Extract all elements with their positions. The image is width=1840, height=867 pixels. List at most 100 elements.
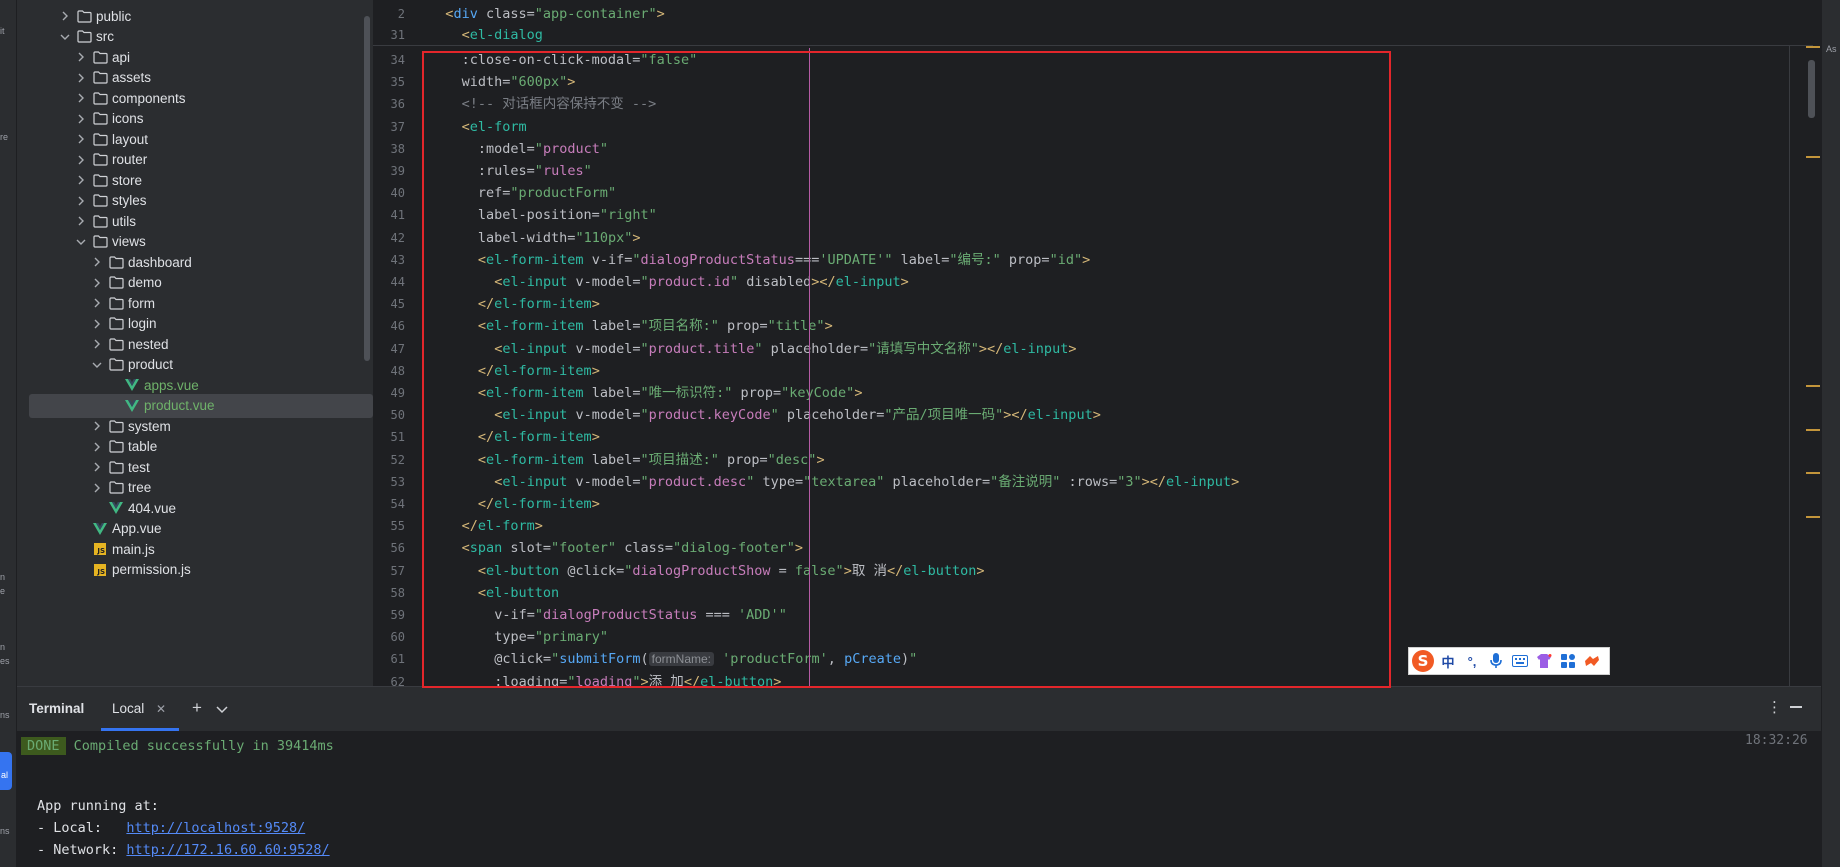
code-line[interactable]: 57 <el-button @click="dialogProductShow =… (373, 560, 1813, 582)
code-line[interactable]: 41 label-position="right" (373, 204, 1813, 226)
line-number[interactable]: 60 (373, 626, 405, 648)
code-line[interactable]: 34:close-on-click-modal="false" (373, 49, 1813, 71)
error-stripe-mark[interactable] (1806, 472, 1820, 474)
ime-toolbar[interactable]: S 中 °, (1408, 647, 1610, 675)
activity-label[interactable]: n e (0, 570, 6, 598)
more-options-button[interactable]: ⋮ (1767, 698, 1782, 716)
line-number[interactable]: 44 (373, 271, 405, 293)
line-number[interactable]: 48 (373, 360, 405, 382)
chevron-down-icon[interactable] (91, 359, 103, 371)
network-url-link[interactable]: http://172.16.60.60:9528/ (126, 842, 329, 858)
terminal-tab-local[interactable]: Local ✕ (101, 693, 179, 731)
code-line[interactable]: 36 <!-- 对话框内容保持不变 --> (373, 93, 1813, 115)
chevron-right-icon[interactable] (59, 10, 71, 22)
chevron-right-icon[interactable] (75, 215, 87, 227)
line-number[interactable]: 2 (373, 3, 405, 25)
terminal-panel[interactable]: Terminal Local ✕ + ⋮ DONE Compiled succe… (17, 686, 1821, 867)
line-number[interactable]: 37 (373, 116, 405, 138)
line-number[interactable]: 43 (373, 249, 405, 271)
ime-toolbox-icon[interactable] (1556, 648, 1580, 674)
project-tree-scrollbar[interactable] (364, 16, 370, 361)
line-number[interactable]: 58 (373, 582, 405, 604)
ime-chinese-mode[interactable]: 中 (1436, 648, 1460, 674)
chevron-right-icon[interactable] (75, 113, 87, 125)
ime-microphone-icon[interactable] (1484, 648, 1508, 674)
chevron-right-icon[interactable] (91, 277, 103, 289)
code-line[interactable]: 44 <el-input v-model="product.id" disable… (373, 271, 1813, 293)
ime-settings-icon[interactable] (1580, 648, 1604, 674)
chevron-right-icon[interactable] (91, 256, 103, 268)
code-line[interactable]: 46 <el-form-item label="项目名称:" prop="titl… (373, 315, 1813, 337)
activity-label[interactable]: ns (0, 826, 10, 836)
right-strip-label[interactable]: As (1826, 44, 1837, 54)
line-number[interactable]: 31 (373, 24, 405, 46)
code-line[interactable]: 54 </el-form-item> (373, 493, 1813, 515)
chevron-right-icon[interactable] (75, 195, 87, 207)
chevron-right-icon[interactable] (91, 297, 103, 309)
chevron-right-icon[interactable] (91, 461, 103, 473)
line-number[interactable]: 52 (373, 449, 405, 471)
chevron-right-icon[interactable] (75, 174, 87, 186)
chevron-right-icon[interactable] (75, 92, 87, 104)
error-stripe-mark[interactable] (1806, 46, 1820, 48)
ime-punctuation-icon[interactable]: °, (1460, 648, 1484, 674)
code-line[interactable]: 52 <el-form-item label="项目描述:" prop="desc… (373, 449, 1813, 471)
line-number[interactable]: 61 (373, 648, 405, 670)
line-number[interactable]: 62 (373, 671, 405, 686)
local-url-link[interactable]: http://localhost:9528/ (126, 820, 305, 836)
code-line[interactable]: 50 <el-input v-model="product.keyCode" pl… (373, 404, 1813, 426)
line-number[interactable]: 46 (373, 315, 405, 337)
code-line[interactable]: 37 <el-form (373, 116, 1813, 138)
activity-label[interactable]: it (0, 26, 5, 36)
code-line[interactable]: 48 </el-form-item> (373, 360, 1813, 382)
chevron-right-icon[interactable] (75, 133, 87, 145)
code-line[interactable]: 59 v-if="dialogProductStatus === 'ADD'" (373, 604, 1813, 626)
code-line[interactable]: 51 </el-form-item> (373, 426, 1813, 448)
tree-item-permission-js[interactable]: JS permission.js (17, 558, 373, 582)
line-number[interactable]: 45 (373, 293, 405, 315)
new-terminal-button[interactable]: + (192, 698, 202, 718)
code-line[interactable]: 53 <el-input v-model="product.desc" type=… (373, 471, 1813, 493)
chevron-right-icon[interactable] (91, 318, 103, 330)
activity-label[interactable]: re (0, 132, 8, 142)
line-number[interactable]: 41 (373, 204, 405, 226)
close-icon[interactable]: ✕ (156, 702, 166, 716)
line-number[interactable]: 40 (373, 182, 405, 204)
editor-scrollbar[interactable] (1808, 60, 1815, 118)
code-line[interactable]: 40 ref="productForm" (373, 182, 1813, 204)
line-number[interactable]: 42 (373, 227, 405, 249)
code-line[interactable]: 35 width="600px"> (373, 71, 1813, 93)
chevron-right-icon[interactable] (91, 482, 103, 494)
activity-label[interactable]: n es (0, 640, 10, 668)
line-number[interactable]: 50 (373, 404, 405, 426)
code-line[interactable]: 31 <el-dialog (373, 24, 1813, 46)
error-stripe-mark[interactable] (1806, 429, 1820, 431)
code-line[interactable]: 47 <el-input v-model="product.title" plac… (373, 338, 1813, 360)
line-number[interactable]: 53 (373, 471, 405, 493)
error-stripe-mark[interactable] (1806, 156, 1820, 158)
error-stripe-mark[interactable] (1806, 385, 1820, 387)
line-number[interactable]: 47 (373, 338, 405, 360)
minimize-button[interactable] (1790, 706, 1802, 708)
activity-terminal-button[interactable]: al (0, 752, 12, 790)
chevron-down-icon[interactable] (216, 701, 228, 719)
line-number[interactable]: 56 (373, 537, 405, 559)
chevron-down-icon[interactable] (59, 31, 71, 43)
code-line[interactable]: 49 <el-form-item label="唯一标识符:" prop="key… (373, 382, 1813, 404)
code-line[interactable]: 43 <el-form-item v-if="dialogProductStatu… (373, 249, 1813, 271)
chevron-right-icon[interactable] (91, 338, 103, 350)
chevron-right-icon[interactable] (75, 51, 87, 63)
chevron-right-icon[interactable] (75, 72, 87, 84)
code-line[interactable]: 56 <span slot="footer" class="dialog-foot… (373, 537, 1813, 559)
ime-skin-icon[interactable] (1532, 648, 1556, 674)
code-editor[interactable]: 2 <div class="app-container"> 31 <el-dialog… (373, 0, 1813, 686)
line-number[interactable]: 38 (373, 138, 405, 160)
code-line[interactable]: 45 </el-form-item> (373, 293, 1813, 315)
code-line[interactable]: 2 <div class="app-container"> (373, 3, 1813, 25)
line-number[interactable]: 54 (373, 493, 405, 515)
chevron-right-icon[interactable] (91, 420, 103, 432)
line-number[interactable]: 39 (373, 160, 405, 182)
chevron-down-icon[interactable] (75, 236, 87, 248)
code-line[interactable]: 39:rules="rules" (373, 160, 1813, 182)
chevron-right-icon[interactable] (75, 154, 87, 166)
